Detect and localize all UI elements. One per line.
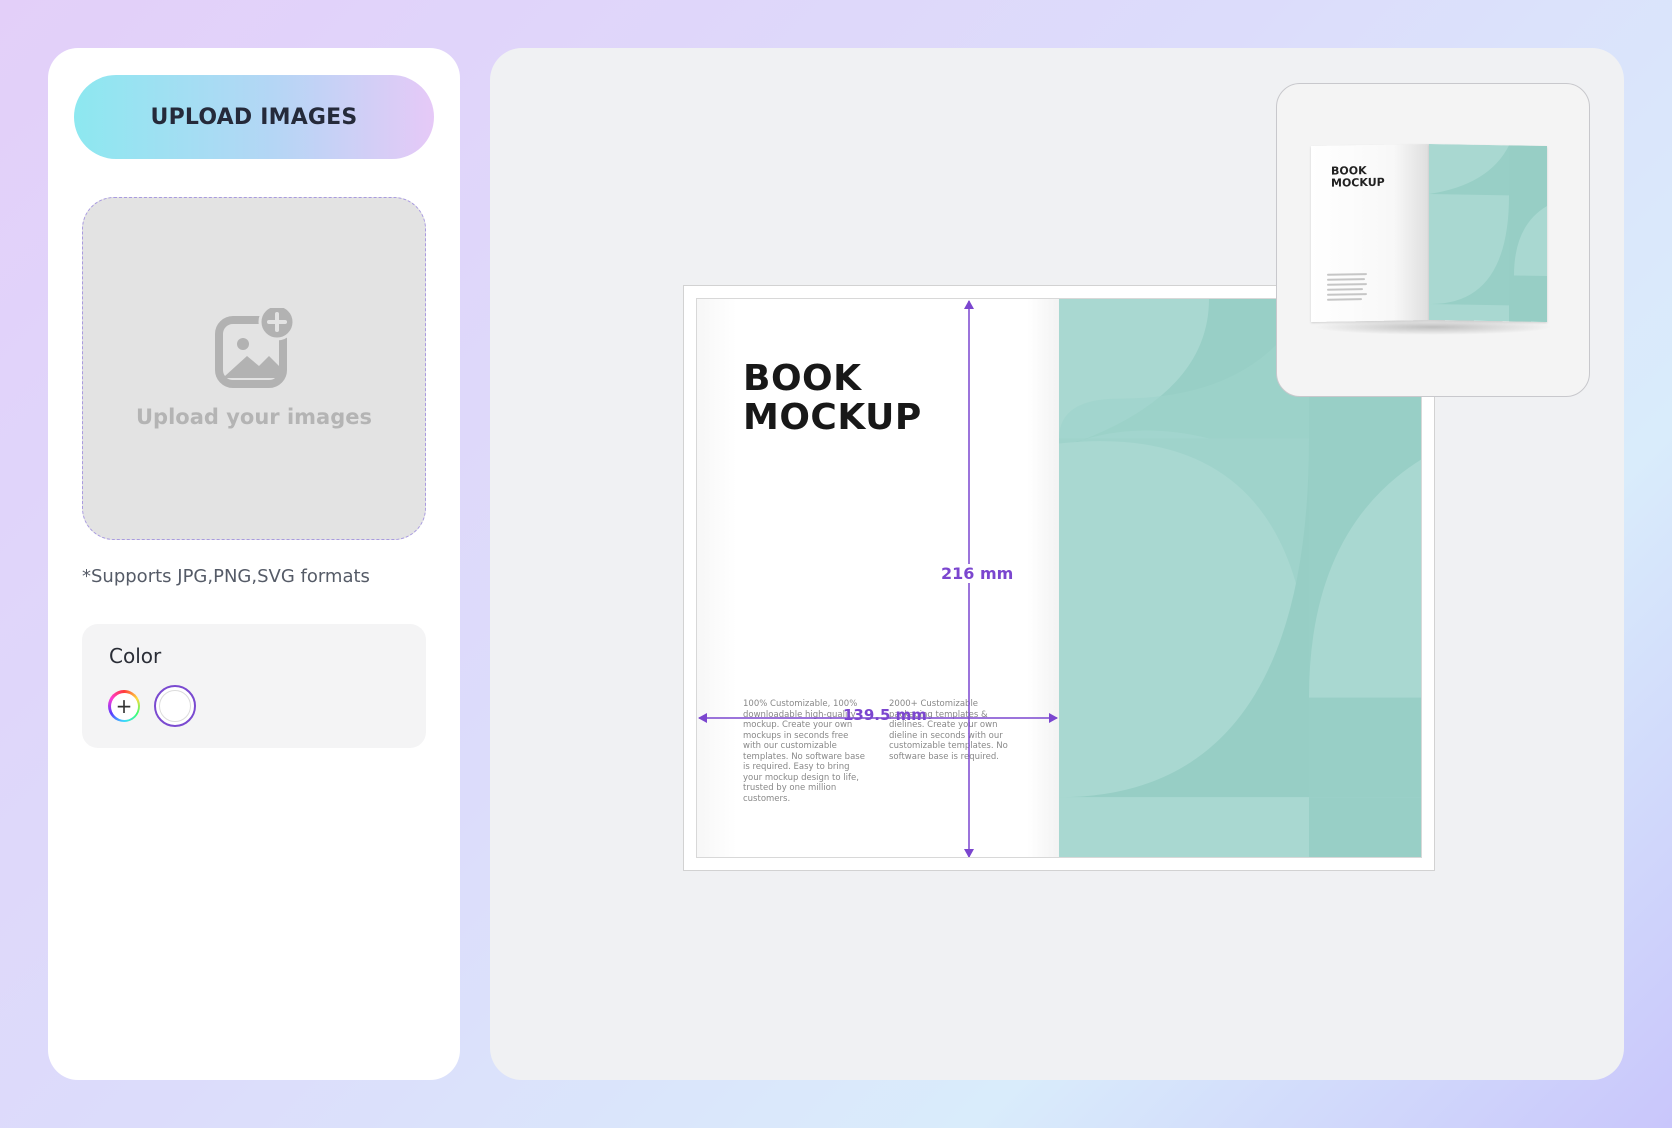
image-add-icon: [215, 308, 295, 388]
color-section-title: Color: [109, 644, 162, 668]
dropzone-label: Upload your images: [136, 405, 372, 429]
preview-right-page: [1429, 143, 1547, 323]
dimension-width-label: 139.5 mm: [843, 706, 927, 724]
canvas-panel: BOOK MOCKUP 100% Customizable, 100% down…: [490, 48, 1624, 1080]
upload-images-button[interactable]: UPLOAD IMAGES: [74, 75, 434, 159]
color-section: Color +: [82, 624, 426, 748]
plus-icon: +: [110, 692, 138, 720]
image-dropzone[interactable]: Upload your images: [82, 197, 426, 540]
add-color-button[interactable]: +: [108, 690, 140, 722]
preview-book-title: BOOK MOCKUP: [1331, 164, 1385, 190]
mockup-preview-book: BOOK MOCKUP: [1305, 139, 1567, 339]
mockup-preview-card[interactable]: BOOK MOCKUP: [1276, 83, 1590, 397]
preview-left-page: BOOK MOCKUP: [1311, 143, 1429, 323]
formats-note: *Supports JPG,PNG,SVG formats: [82, 566, 370, 587]
dimension-height-label: 216 mm: [939, 564, 1016, 583]
sidebar-panel: UPLOAD IMAGES Upload your images *Suppor…: [48, 48, 460, 1080]
preview-text-lines: [1327, 272, 1423, 304]
color-swatch-white[interactable]: [154, 685, 196, 727]
